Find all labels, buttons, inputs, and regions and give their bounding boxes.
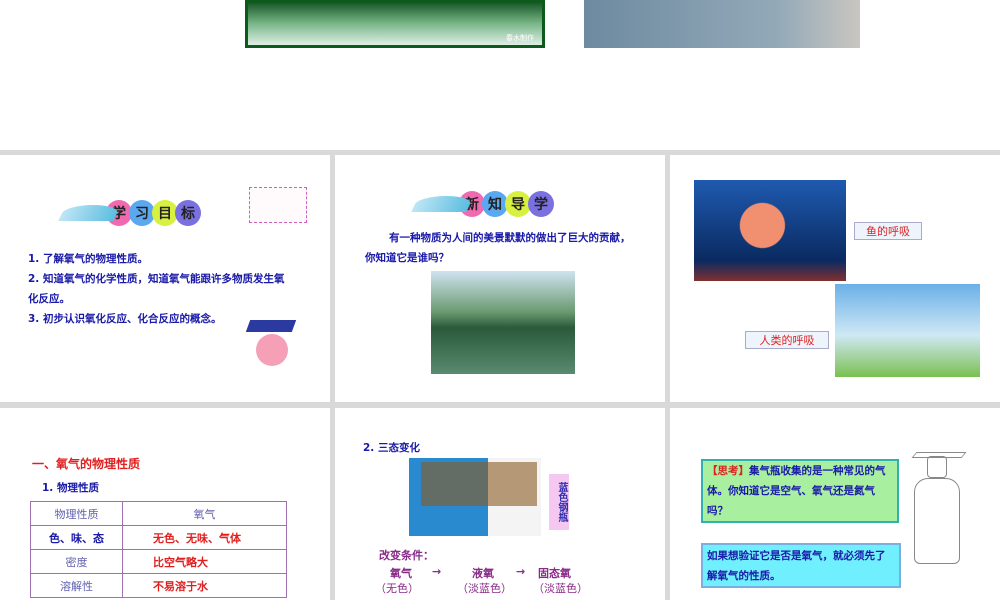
state-gas: 氧气 — [390, 567, 412, 580]
book-icon — [58, 205, 121, 221]
slide-3[interactable]: 新 知 导 学 有一种物质为人间的美景默默的做出了巨大的贡献， 你知道它是谁吗？ — [335, 155, 665, 402]
objective-item: 2. 知道氧气的化学性质，知道氧气能跟许多物质发生氧 — [28, 273, 285, 285]
table-row: 密度 比空气略大 — [30, 549, 287, 574]
table-cell: 比空气略大 — [122, 549, 287, 574]
color-liquid: （淡蓝色） — [457, 582, 512, 595]
state-liquid: 液氧 — [472, 567, 494, 580]
tip-note — [249, 187, 307, 223]
lake-image — [431, 271, 575, 374]
subheading: 1. 物理性质 — [42, 482, 99, 494]
think-tag: 【思考】 — [707, 465, 749, 477]
verify-box: 如果想验证它是否是氧气，就必须先了解氧气的性质。 — [701, 543, 901, 588]
table-row: 溶解性 不易溶于水 — [30, 573, 287, 598]
table-cell: 溶解性 — [30, 573, 123, 598]
people-image — [835, 284, 980, 377]
fish-label: 鱼的呼吸 — [854, 222, 922, 240]
table-cell: 密度 — [30, 549, 123, 574]
gas-jar-icon — [914, 478, 960, 564]
objective-item: 1. 了解氧气的物理性质。 — [28, 253, 148, 265]
slide-7[interactable]: 【思考】集气瓶收集的是一种常见的气体。你知道它是空气、氧气还是氮气吗？ 如果想验… — [670, 408, 1000, 600]
new-knowledge-badge: 新 知 导 学 — [411, 191, 554, 217]
properties-table: 物理性质 氧气 色、味、态 无色、无味、气体 密度 比空气略大 溶解性 不易溶于水 — [30, 501, 287, 598]
table-cell: 色、味、态 — [30, 525, 123, 550]
waterfall-image: 春水制作 — [245, 0, 545, 48]
table-cell: 无色、无味、气体 — [122, 525, 287, 550]
fish-image — [694, 180, 846, 281]
table-row: 色、味、态 无色、无味、气体 — [30, 525, 287, 550]
oxygen-tanks-image — [409, 458, 541, 536]
table-header: 物理性质 — [30, 501, 123, 526]
slide-2[interactable]: 学 习 目 标 1. 了解氧气的物理性质。 2. 知道氧气的化学性质，知道氧气能… — [0, 155, 330, 402]
badge-char: 学 — [528, 191, 554, 217]
objective-item: 3. 初步认识氧化反应、化合反应的概念。 — [28, 313, 222, 325]
slide-6[interactable]: 2. 三态变化 蓝色钢瓶 改变条件： 氧气 → 液氧 → 固态氧 （无色） （淡… — [335, 408, 665, 600]
slide-5[interactable]: 一、氧气的物理性质 1. 物理性质 物理性质 氧气 色、味、态 无色、无味、气体 密… — [0, 408, 330, 600]
water-image — [584, 0, 860, 48]
subheading: 2. 三态变化 — [363, 442, 420, 454]
condition-label: 改变条件： — [379, 549, 434, 562]
table-header: 氧气 — [122, 501, 287, 526]
state-solid: 固态氧 — [538, 567, 571, 580]
color-gas: （无色） — [375, 582, 419, 595]
color-solid: （淡蓝色） — [533, 582, 588, 595]
badge-char: 标 — [175, 200, 201, 226]
table-header-row: 物理性质 氧气 — [30, 501, 287, 526]
jar-neck-icon — [927, 456, 947, 478]
arrow-icon: → — [516, 565, 526, 578]
objective-item: 化反应。 — [28, 293, 70, 305]
image-caption: 春水制作 — [506, 34, 534, 42]
section-heading: 一、氧气的物理性质 — [32, 457, 141, 471]
slide-1[interactable]: 春水制作 — [0, 0, 1000, 150]
intro-text: 有一种物质为人间的美景默默的做出了巨大的贡献， — [389, 232, 631, 244]
book-icon — [411, 196, 474, 212]
think-box: 【思考】集气瓶收集的是一种常见的气体。你知道它是空气、氧气还是氮气吗？ — [701, 459, 899, 523]
arrow-icon: → — [432, 565, 442, 578]
graduate-cartoon-icon — [245, 320, 298, 375]
human-label: 人类的呼吸 — [745, 331, 829, 349]
intro-question: 你知道它是谁吗？ — [365, 252, 449, 264]
learning-goals-badge: 学 习 目 标 — [58, 200, 201, 226]
slide-4[interactable]: 鱼的呼吸 人类的呼吸 — [670, 155, 1000, 402]
table-cell: 不易溶于水 — [122, 573, 287, 598]
tank-label: 蓝色钢瓶 — [549, 474, 569, 530]
